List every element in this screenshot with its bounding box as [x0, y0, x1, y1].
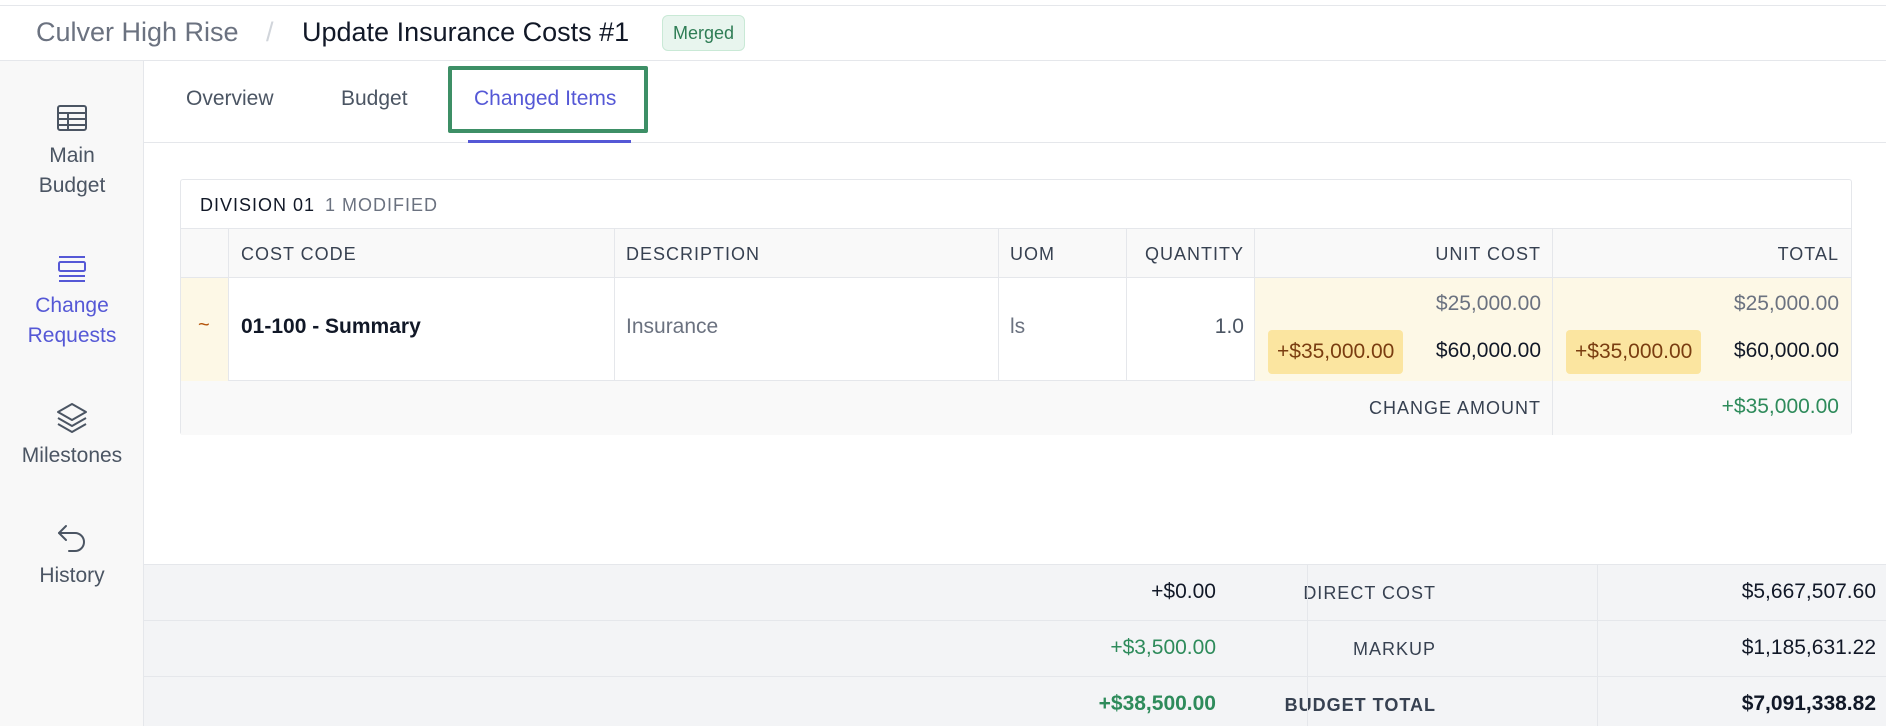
tab-changed-items[interactable]: Changed Items: [474, 87, 616, 111]
tab-budget[interactable]: Budget: [341, 87, 408, 111]
breadcrumb-project[interactable]: Culver High Rise: [36, 17, 239, 48]
sidebar-item-label: History: [39, 564, 105, 587]
budget-total-change: +$38,500.00: [1098, 692, 1216, 715]
unit-cost-delta-badge: +$35,000.00: [1268, 330, 1404, 374]
column-header-uom: UOM: [1010, 244, 1055, 264]
budget-summary: DIRECT COST +$0.00 $5,667,507.60 MARKUP …: [144, 564, 1886, 726]
column-divider: [228, 229, 229, 381]
sidebar-item-change-requests[interactable]: Change Requests: [0, 251, 144, 351]
column-header-total: TOTAL: [1777, 244, 1839, 264]
sidebar-item-label: Milestones: [21, 444, 123, 467]
division-name: DIVISION 01: [200, 195, 316, 215]
column-divider: [998, 229, 999, 381]
status-badge: Merged: [662, 15, 746, 51]
unit-cost-old: $25,000.00: [1435, 292, 1541, 315]
layers-icon: [57, 403, 87, 433]
column-divider: [614, 229, 615, 381]
markup-change: +$3,500.00: [1110, 636, 1216, 659]
sidebar-item-label: Main: [49, 144, 95, 167]
sidebar-item-label: Change: [35, 294, 109, 317]
undo-icon: [58, 525, 85, 552]
column-header-cost-code: COST CODE: [241, 244, 357, 264]
markup-total: $1,185,631.22: [1741, 636, 1876, 659]
division-card: DIVISION 01 1 MODIFIED COST CODE DESCRIP…: [180, 179, 1852, 435]
column-header-unit-cost: UNIT COST: [1435, 244, 1541, 264]
direct-cost-label: DIRECT COST: [1303, 583, 1436, 603]
summary-divider: [1307, 565, 1308, 726]
tab-bar: Overview Budget Changed Items: [144, 61, 1886, 143]
table-icon: [57, 105, 87, 131]
sidebar-item-label: Requests: [27, 324, 117, 347]
active-tab-indicator: [468, 140, 631, 143]
summary-divider: [1597, 565, 1598, 726]
division-modified-count: 1 MODIFIED: [325, 195, 439, 215]
unit-cost-new: $60,000.00: [1435, 339, 1541, 362]
total-delta-badge: +$35,000.00: [1566, 330, 1702, 374]
column-header-description: DESCRIPTION: [626, 244, 761, 264]
cost-code-cell: 01-100 - Summary: [241, 315, 421, 338]
change-amount-row: CHANGE AMOUNT +$35,000.00: [181, 381, 1851, 435]
table-header-row: COST CODE DESCRIPTION UOM QUANTITY UNIT …: [181, 229, 1851, 278]
description-cell: Insurance: [626, 315, 719, 338]
markup-label: MARKUP: [1352, 639, 1436, 659]
table-row[interactable]: ~ 01-100 - Summary Insurance ls 1.0 $25,…: [181, 278, 1851, 381]
sidebar: Main Budget Change Requests Milestones H…: [0, 61, 144, 726]
column-header-quantity: QUANTITY: [1144, 244, 1244, 264]
column-divider: [1552, 229, 1553, 435]
sidebar-item-main-budget[interactable]: Main Budget: [0, 101, 144, 201]
tab-overview[interactable]: Overview: [186, 87, 274, 111]
breadcrumb-separator: /: [266, 17, 274, 47]
direct-cost-change: +$0.00: [1151, 580, 1216, 603]
list-icon: [58, 256, 86, 282]
column-divider: [1254, 229, 1255, 381]
change-amount-label: CHANGE AMOUNT: [1368, 398, 1541, 418]
uom-cell: ls: [1010, 315, 1026, 338]
quantity-cell: 1.0: [1214, 315, 1244, 338]
page-header: Culver High Rise / Update Insurance Cost…: [0, 6, 1886, 61]
total-old: $25,000.00: [1733, 292, 1839, 315]
summary-row-markup: MARKUP +$3,500.00 $1,185,631.22: [144, 621, 1886, 677]
modified-indicator-cell: ~: [181, 278, 228, 381]
sidebar-item-history[interactable]: History: [0, 521, 144, 591]
modified-marker: ~: [198, 314, 210, 336]
budget-total-value: $7,091,338.82: [1741, 692, 1876, 715]
page-title: Update Insurance Costs #1: [302, 17, 630, 47]
change-amount-value: +$35,000.00: [1721, 395, 1839, 418]
summary-row-direct-cost: DIRECT COST +$0.00 $5,667,507.60: [144, 565, 1886, 621]
column-divider: [1126, 229, 1127, 381]
summary-row-budget-total: BUDGET TOTAL +$38,500.00 $7,091,338.82: [144, 677, 1886, 726]
sidebar-item-milestones[interactable]: Milestones: [0, 401, 144, 471]
sidebar-item-label: Budget: [38, 174, 106, 197]
total-new: $60,000.00: [1733, 339, 1839, 362]
direct-cost-total: $5,667,507.60: [1741, 580, 1876, 603]
division-header: DIVISION 01 1 MODIFIED: [181, 180, 1851, 229]
